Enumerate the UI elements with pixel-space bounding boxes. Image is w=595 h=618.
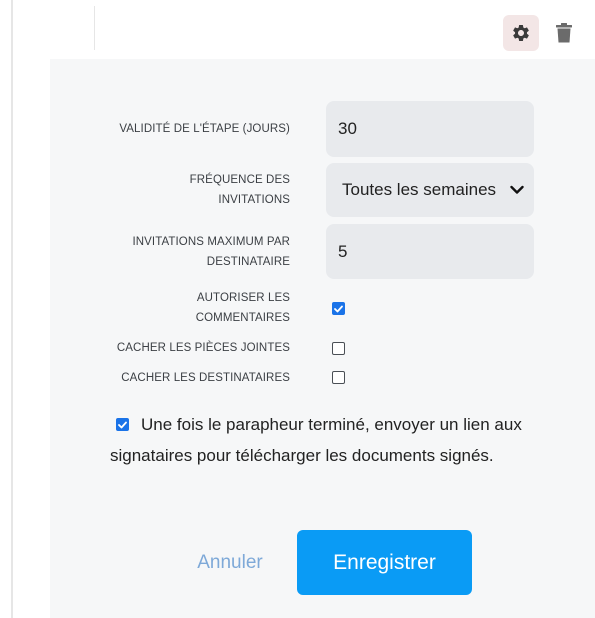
trash-icon bbox=[556, 23, 572, 43]
page: VALIDITÉ DE L'ÉTAPE (JOURS) 30 FRÉQUENCE… bbox=[0, 0, 595, 618]
hide-recipients-label-text: CACHER LES DESTINATAIRES bbox=[121, 372, 290, 384]
cancel-button[interactable]: Annuler bbox=[180, 545, 280, 581]
max-invitations-label: INVITATIONS MAXIMUM PAR DESTINATAIRE bbox=[132, 232, 290, 272]
hide-recipients-checkbox[interactable] bbox=[332, 371, 345, 384]
hide-recipients-label: CACHER LES DESTINATAIRES bbox=[121, 368, 290, 388]
max-invitations-label-line2: DESTINATAIRE bbox=[206, 256, 290, 268]
left-border bbox=[11, 0, 13, 618]
settings-button[interactable] bbox=[503, 15, 539, 51]
invitation-frequency-value: Toutes les semaines bbox=[342, 180, 497, 199]
hide-attachments-checkbox[interactable] bbox=[332, 342, 345, 355]
settings-panel: VALIDITÉ DE L'ÉTAPE (JOURS) 30 FRÉQUENCE… bbox=[50, 59, 595, 618]
allow-comments-label-line1: AUTORISER LES bbox=[196, 292, 290, 304]
chevron-down-icon bbox=[510, 185, 524, 194]
invitation-frequency-label: FRÉQUENCE DES INVITATIONS bbox=[190, 170, 290, 210]
hide-attachments-label: CACHER LES PIÈCES JOINTES bbox=[117, 338, 290, 358]
step-validity-input[interactable]: 30 bbox=[326, 101, 534, 157]
hide-attachments-label-text: CACHER LES PIÈCES JOINTES bbox=[116, 342, 290, 354]
max-invitations-label-line1: INVITATIONS MAXIMUM PAR bbox=[132, 236, 290, 248]
header-divider bbox=[94, 6, 95, 50]
step-validity-value: 30 bbox=[338, 119, 357, 138]
max-invitations-value: 5 bbox=[338, 241, 348, 261]
send-link-text: Une fois le parapheur terminé, envoyer u… bbox=[110, 415, 522, 465]
max-invitations-input[interactable]: 5 bbox=[326, 224, 534, 279]
gear-icon bbox=[513, 24, 529, 41]
invitation-frequency-label-line1: FRÉQUENCE DES bbox=[189, 174, 290, 186]
allow-comments-checkbox[interactable] bbox=[332, 302, 345, 315]
step-validity-label: VALIDITÉ DE L'ÉTAPE (JOURS) bbox=[119, 119, 290, 139]
step-validity-label-text: VALIDITÉ DE L'ÉTAPE (JOURS) bbox=[119, 123, 290, 135]
checkmark-icon bbox=[334, 305, 343, 312]
save-button[interactable]: Enregistrer bbox=[297, 530, 472, 595]
allow-comments-label-line2: COMMENTAIRES bbox=[195, 312, 290, 324]
delete-button[interactable] bbox=[552, 20, 576, 46]
invitation-frequency-select[interactable]: Toutes les semaines bbox=[326, 163, 534, 217]
invitation-frequency-label-line2: INVITATIONS bbox=[218, 194, 290, 206]
allow-comments-label: AUTORISER LES COMMENTAIRES bbox=[196, 288, 290, 328]
